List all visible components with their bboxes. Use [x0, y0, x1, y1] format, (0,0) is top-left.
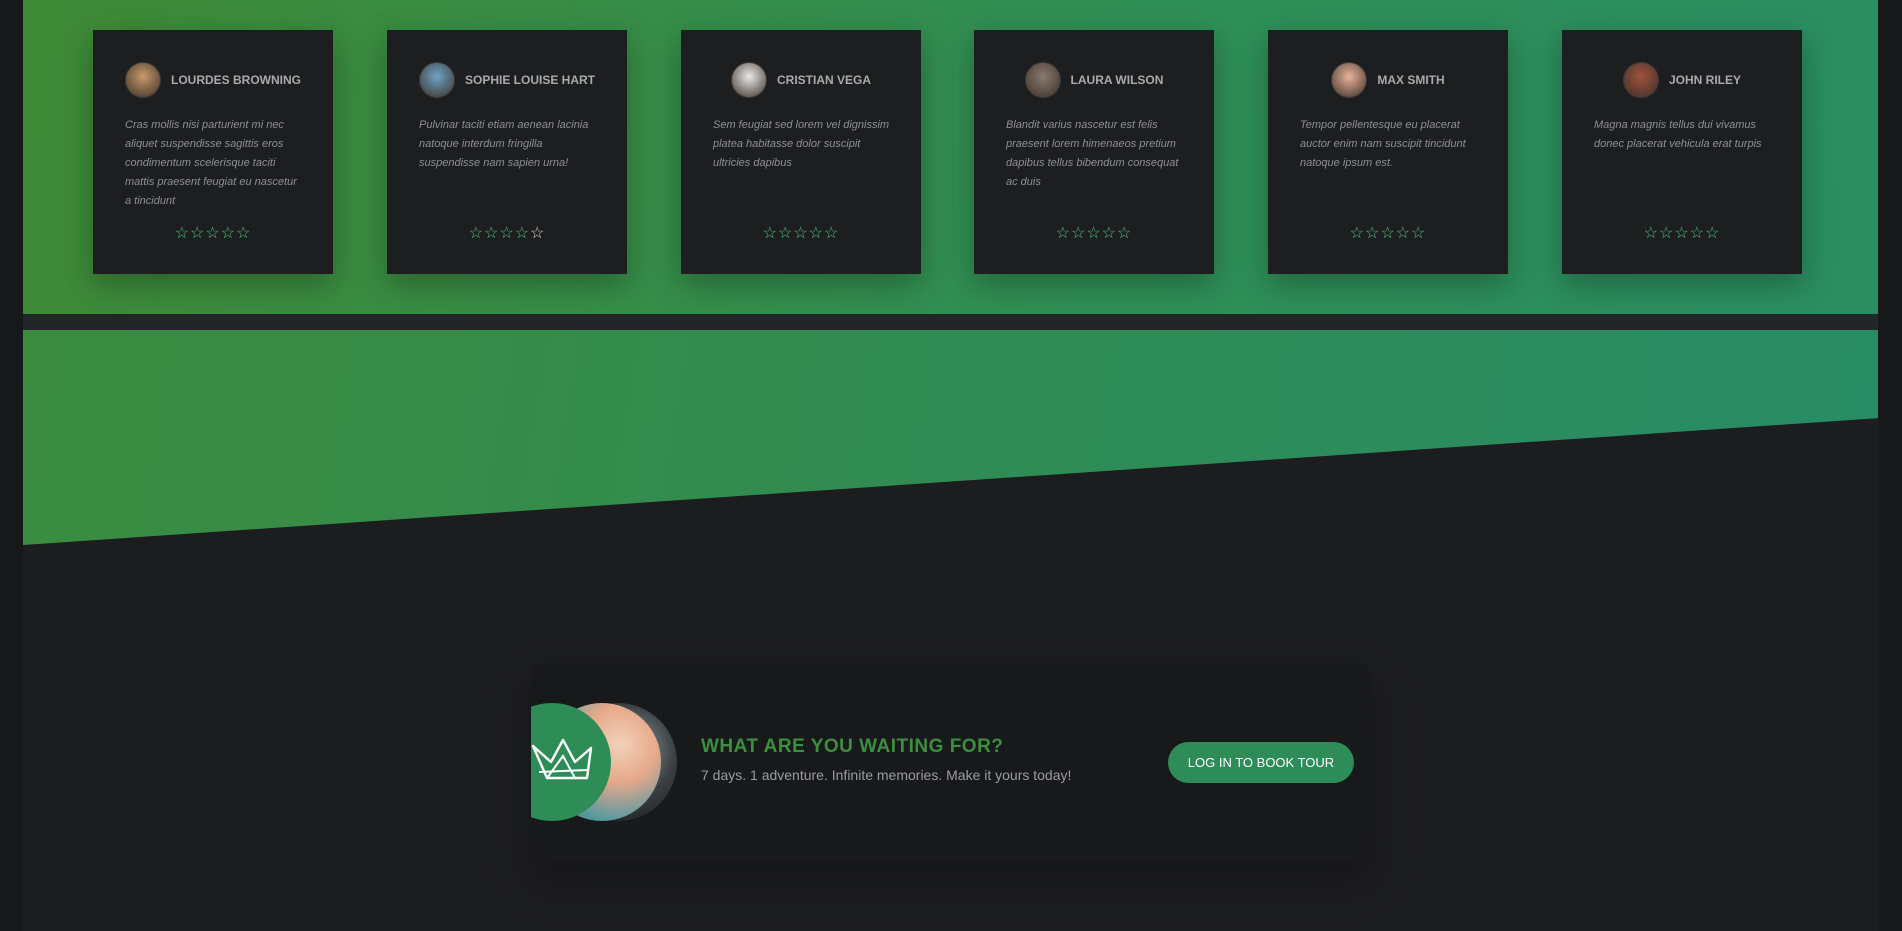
cta-title: WHAT ARE YOU WAITING FOR? [701, 736, 1004, 757]
star-icon: ☆ [1658, 225, 1675, 242]
star-rating: ☆☆☆☆☆ [1562, 223, 1802, 243]
star-icon: ☆ [189, 225, 206, 242]
testimonial-header: JOHN RILEY [1562, 62, 1802, 98]
testimonial-header: MAX SMITH [1268, 62, 1508, 98]
star-icon: ☆ [236, 225, 252, 242]
reviewer-name: CRISTIAN VEGA [776, 73, 871, 87]
cta-subtitle: 7 days. 1 adventure. Infinite memories. … [701, 767, 1072, 783]
page: LOURDES BROWNING Cras mollis nisi parturi… [23, 0, 1878, 931]
cta-panel: WHAT ARE YOU WAITING FOR? 7 days. 1 adve… [531, 663, 1371, 861]
star-icon: ☆ [1689, 225, 1706, 242]
star-rating: ☆☆☆☆☆ [93, 223, 333, 243]
star-icon: ☆ [174, 225, 190, 242]
star-icon: ☆ [483, 225, 500, 242]
star-icon: ☆ [1705, 225, 1721, 242]
crown-logo-icon [531, 738, 593, 780]
star-icon: ☆ [1411, 225, 1427, 242]
testimonial-header: LAURA WILSON [974, 62, 1214, 98]
star-rating: ☆☆☆☆☆ [1268, 223, 1508, 243]
star-icon: ☆ [824, 225, 840, 242]
reviewer-name: SOPHIE LOUISE HART [464, 73, 595, 87]
star-icon: ☆ [1349, 225, 1365, 242]
review-text: Blandit varius nascetur est felis praese… [1006, 119, 1179, 188]
star-icon: ☆ [1055, 225, 1071, 242]
avatar [730, 62, 767, 98]
review-text: Tempor pellentesque eu placerat auctor e… [1300, 119, 1466, 169]
star-icon: ☆ [1086, 225, 1102, 242]
star-icon: ☆ [1395, 225, 1412, 242]
star-icon: ☆ [1643, 225, 1659, 242]
testimonial-card: LOURDES BROWNING Cras mollis nisi parturi… [93, 30, 333, 274]
review-text: Cras mollis nisi parturient mi nec aliqu… [125, 119, 297, 207]
review-text: Magna magnis tellus dui vivamus donec pl… [1594, 119, 1762, 150]
reviewer-name: MAX SMITH [1377, 73, 1445, 87]
testimonial-header: LOURDES BROWNING [93, 62, 333, 98]
star-icon: ☆ [1380, 225, 1396, 242]
testimonial-card: CRISTIAN VEGA Sem feugiat sed lorem vel d… [681, 30, 921, 274]
star-rating: ☆☆☆☆☆ [387, 223, 627, 243]
testimonial-card: LAURA WILSON Blandit varius nascetur est … [974, 30, 1214, 274]
star-icon: ☆ [220, 225, 237, 242]
reviewer-name: LAURA WILSON [1070, 73, 1164, 87]
review-text: Pulvinar taciti etiam aenean lacinia nat… [419, 119, 589, 169]
star-icon: ☆ [514, 225, 531, 242]
login-to-book-button[interactable]: LOG IN TO BOOK TOUR [1168, 742, 1354, 783]
star-icon: ☆ [1070, 225, 1087, 242]
star-icon: ☆ [468, 225, 484, 242]
slanted-banner [23, 330, 1878, 545]
avatar [418, 62, 455, 98]
star-icon: ☆ [1101, 225, 1118, 242]
star-icon: ☆ [499, 225, 515, 242]
avatar [1331, 62, 1368, 98]
section-divider [23, 314, 1878, 330]
star-icon: ☆ [530, 225, 546, 242]
reviewer-name: LOURDES BROWNING [171, 73, 301, 87]
star-icon: ☆ [1117, 225, 1133, 242]
avatar [1622, 62, 1659, 98]
testimonial-card: SOPHIE LOUISE HART Pulvinar taciti etiam … [387, 30, 627, 274]
testimonial-header: SOPHIE LOUISE HART [387, 62, 627, 98]
star-rating: ☆☆☆☆☆ [681, 223, 921, 243]
review-text: Sem feugiat sed lorem vel dignissim plat… [713, 119, 890, 169]
avatar [1024, 62, 1061, 98]
star-icon: ☆ [793, 225, 809, 242]
star-icon: ☆ [1364, 225, 1381, 242]
star-rating: ☆☆☆☆☆ [974, 223, 1214, 243]
star-icon: ☆ [777, 225, 794, 242]
testimonial-card: MAX SMITH Tempor pellentesque eu placerat… [1268, 30, 1508, 274]
reviewer-name: JOHN RILEY [1668, 73, 1741, 87]
star-icon: ☆ [762, 225, 778, 242]
star-icon: ☆ [808, 225, 825, 242]
testimonial-card: JOHN RILEY Magna magnis tellus dui vivamu… [1562, 30, 1802, 274]
avatar [125, 62, 161, 98]
testimonial-header: CRISTIAN VEGA [681, 62, 921, 98]
testimonials-section: LOURDES BROWNING Cras mollis nisi parturi… [23, 0, 1878, 314]
star-icon: ☆ [205, 225, 221, 242]
star-icon: ☆ [1674, 225, 1690, 242]
